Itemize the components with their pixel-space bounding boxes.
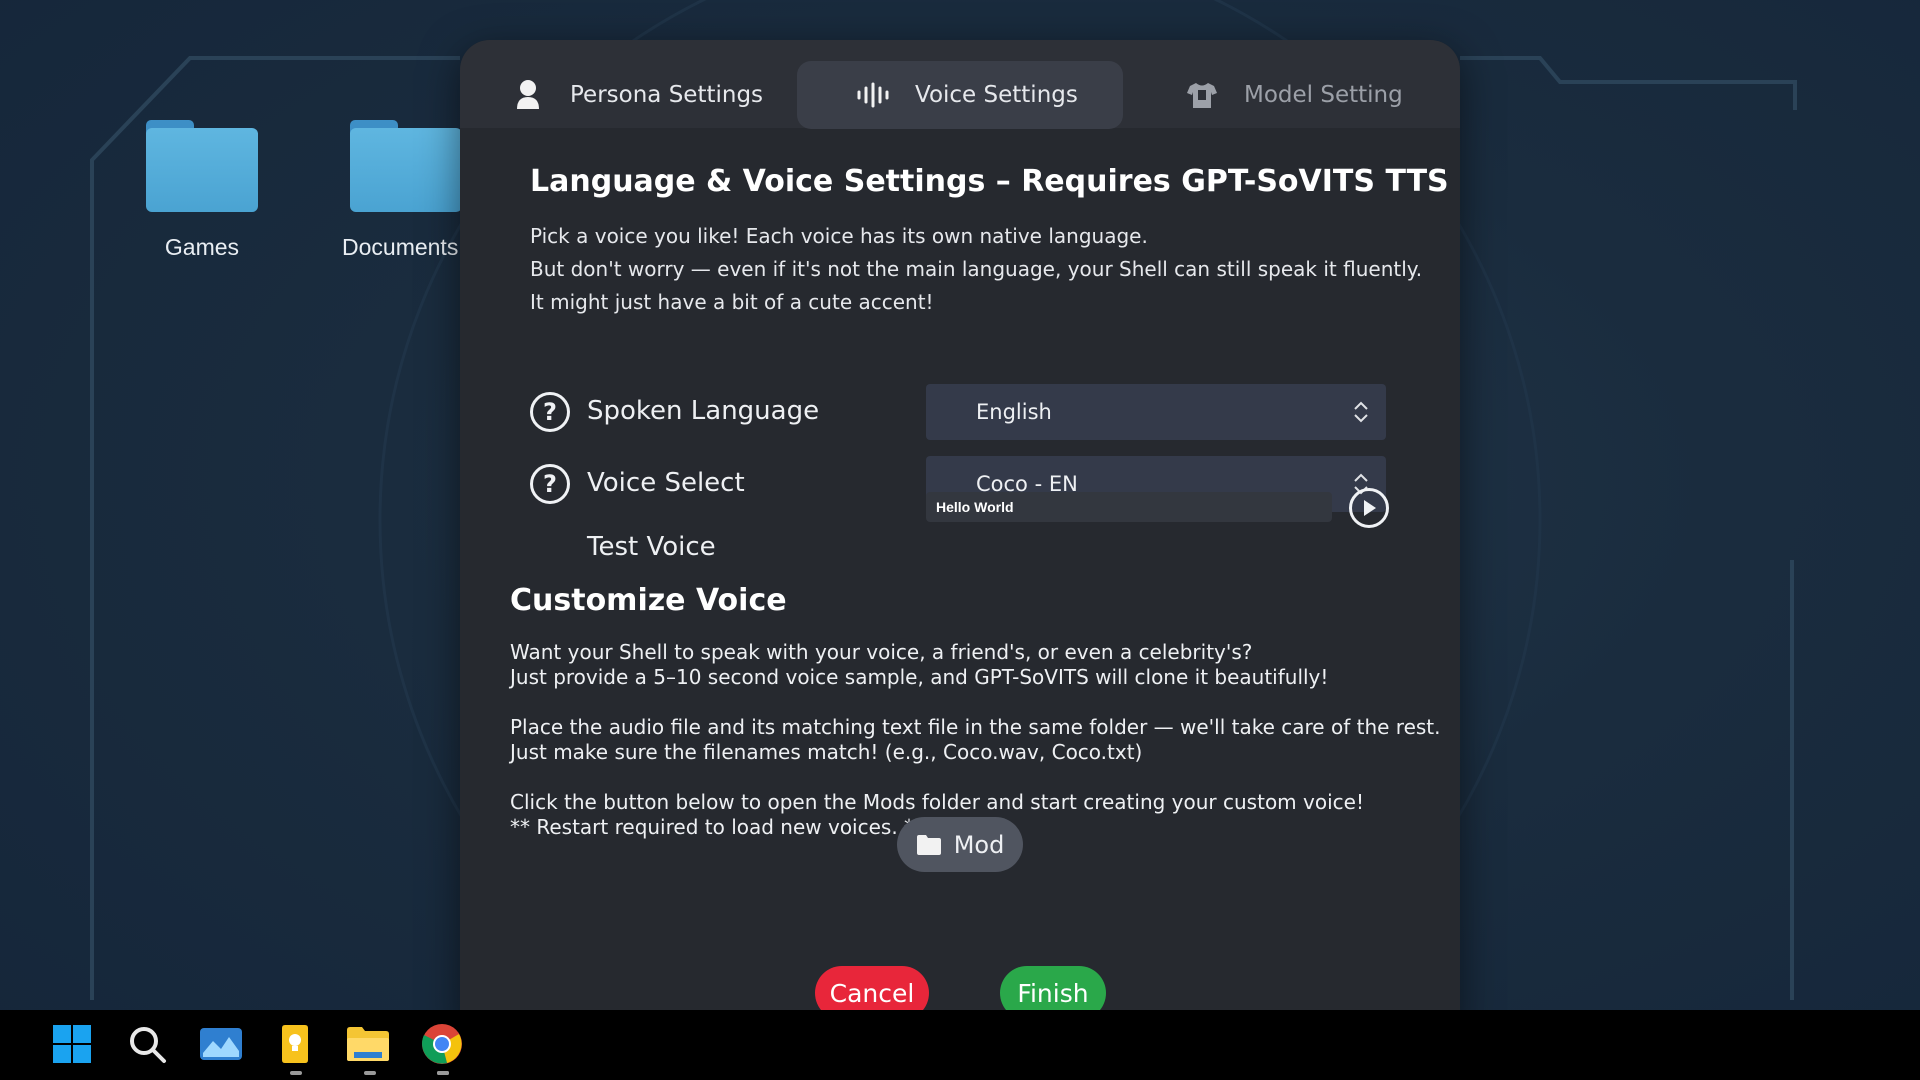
windows-start-icon[interactable] — [50, 1022, 94, 1066]
text-line: Want your Shell to speak with your voice… — [510, 640, 1253, 664]
select-value: English — [976, 400, 1052, 424]
voice-select-label: Voice Select — [587, 468, 745, 498]
tab-label: Model Setting — [1244, 82, 1403, 108]
tab-bar: Persona Settings Voice Settings Model Se… — [460, 40, 1460, 129]
mod-button-label: Mod — [953, 830, 1005, 859]
help-icon[interactable]: ? — [530, 392, 570, 432]
desktop-icon-games[interactable]: Games — [132, 120, 272, 261]
chevron-updown-icon — [1354, 401, 1368, 423]
tab-voice-settings[interactable]: Voice Settings — [797, 61, 1123, 129]
desktop-icon-label: Documents — [342, 234, 459, 260]
shirt-icon — [1182, 75, 1222, 115]
settings-dialog: Persona Settings Voice Settings Model Se… — [460, 40, 1460, 1040]
intro-text: Pick a voice you like! Each voice has it… — [530, 220, 1422, 319]
help-icon[interactable]: ? — [530, 464, 570, 504]
play-icon — [1364, 500, 1376, 516]
mod-folder-button[interactable]: Mod — [897, 817, 1023, 872]
running-indicator — [290, 1071, 302, 1075]
test-voice-input[interactable]: Hello World — [926, 492, 1332, 522]
page-title: Language & Voice Settings – Requires GPT… — [530, 164, 1449, 199]
tab-model-setting[interactable]: Model Setting — [1182, 61, 1442, 129]
search-icon[interactable] — [125, 1022, 169, 1066]
running-indicator — [364, 1071, 376, 1075]
play-button[interactable] — [1349, 488, 1389, 528]
tab-label: Voice Settings — [915, 82, 1078, 108]
folder-icon — [916, 834, 942, 856]
spoken-language-select[interactable]: English — [926, 384, 1386, 440]
desktop-icon-label: Games — [164, 234, 240, 260]
text-line: Just make sure the filenames match! (e.g… — [510, 740, 1143, 764]
chrome-icon[interactable] — [420, 1022, 464, 1066]
running-indicator — [437, 1071, 449, 1075]
intro-line: Pick a voice you like! Each voice has it… — [530, 224, 1148, 248]
spoken-language-label: Spoken Language — [587, 396, 820, 426]
tab-persona-settings[interactable]: Persona Settings — [508, 61, 778, 129]
customize-voice-title: Customize Voice — [510, 583, 787, 618]
customize-paragraph: Place the audio file and its matching te… — [510, 715, 1441, 765]
person-icon — [508, 75, 548, 115]
file-explorer-icon[interactable] — [346, 1022, 390, 1066]
folder-icon — [146, 120, 258, 212]
photos-icon[interactable] — [199, 1022, 243, 1066]
intro-line: It might just have a bit of a cute accen… — [530, 290, 934, 314]
desktop-icon-documents[interactable]: Documents — [334, 120, 460, 261]
text-line: Just provide a 5–10 second voice sample,… — [510, 665, 1329, 689]
notes-icon[interactable] — [273, 1022, 317, 1066]
audio-wave-icon — [853, 75, 893, 115]
customize-paragraph: Want your Shell to speak with your voice… — [510, 640, 1328, 690]
text-line: Click the button below to open the Mods … — [510, 790, 1364, 814]
test-voice-label: Test Voice — [587, 532, 716, 562]
text-line: Place the audio file and its matching te… — [510, 715, 1441, 739]
folder-icon — [350, 120, 460, 212]
intro-line: But don't worry — even if it's not the m… — [530, 257, 1423, 281]
tab-label: Persona Settings — [570, 82, 764, 108]
